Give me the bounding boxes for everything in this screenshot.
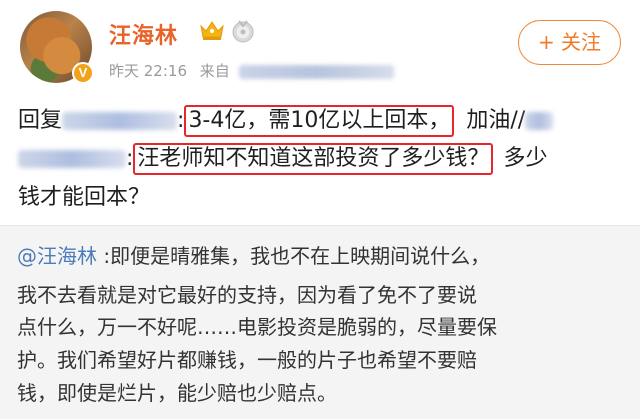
source-prefix: 来自 <box>199 62 230 80</box>
cheer-text: 加油// <box>466 108 526 133</box>
follow-button[interactable]: + 关注 <box>518 20 621 65</box>
question-suffix: 多少 <box>503 146 548 171</box>
highlight-box-2: 汪老师知不知道这部投资了多少钱？ <box>133 143 494 175</box>
blurred-tail <box>525 112 554 130</box>
avatar[interactable]: V <box>20 11 94 84</box>
quote-line-5: 钱，即使是烂片，能少赔也少赔点。 <box>17 381 337 405</box>
quote-line-3: 点什么，万一不好呢……电影投资是脆弱的，尽量要保 <box>17 315 497 339</box>
quote-text-1: :即便是晴雅集，我也不在上映期间说什么， <box>97 244 491 268</box>
quote-line-1: @汪海林 :即便是晴雅集，我也不在上映期间说什么， <box>17 240 490 269</box>
reply-prefix: 回复 <box>18 108 63 133</box>
medal-icon[interactable] <box>231 19 255 43</box>
post-text-line-1: 回复:3-4亿，需10亿以上回本， 加油// <box>18 102 554 137</box>
quote-line-2: 我不去看就是对它最好的支持，因为看了免不了要说 <box>17 283 477 307</box>
vip-badge-icon: V <box>72 62 94 84</box>
blurred-source <box>238 64 394 79</box>
post-text-line-2: : 汪老师知不知道这部投资了多少钱？ 多少 <box>18 140 548 175</box>
post-time: 昨天 22:16 <box>109 62 187 80</box>
blurred-username[interactable] <box>62 112 178 130</box>
post-text-line-3: 钱才能回本？ <box>18 185 151 210</box>
username[interactable]: 汪海林 <box>109 18 178 50</box>
quote-line-4: 护。我们希望好片都赚钱，一般的片子也希望不要赔 <box>17 348 477 372</box>
crown-icon[interactable] <box>199 19 225 41</box>
post-meta: 昨天 22:16 来自 <box>109 60 394 81</box>
mention-link[interactable]: @汪海林 <box>17 244 97 268</box>
weibo-post: V 汪海林 昨天 22:16 来自 + 关注 回复:3-4亿，需10亿以上回本，… <box>0 0 640 225</box>
blurred-username-2[interactable] <box>18 150 126 168</box>
highlight-box-1: 3-4亿，需10亿以上回本， <box>184 105 455 137</box>
